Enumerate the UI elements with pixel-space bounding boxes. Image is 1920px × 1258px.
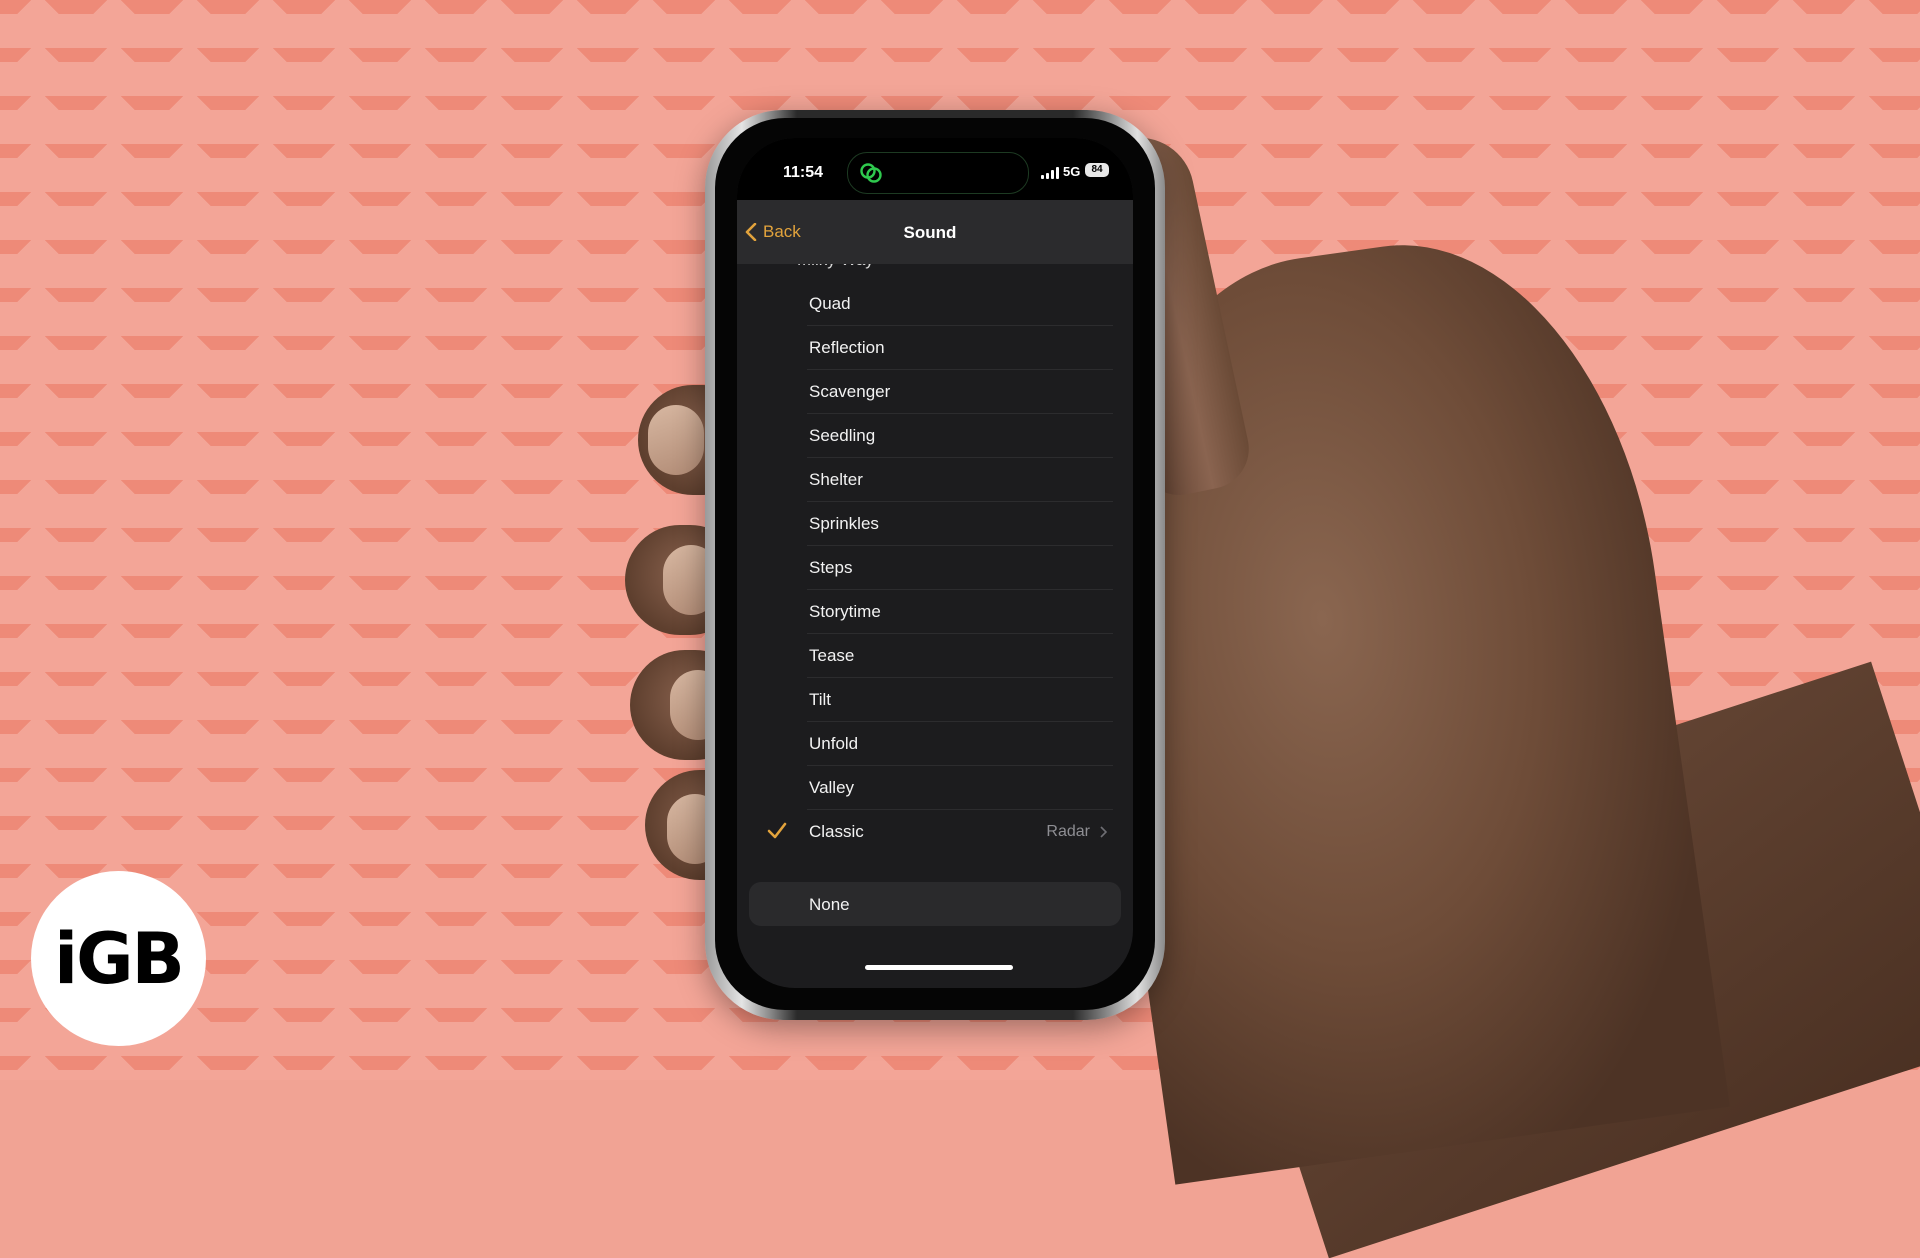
list-item[interactable]: Tease	[749, 634, 1121, 678]
list-item[interactable]: Sprinkles	[749, 502, 1121, 546]
list-item[interactable]: Valley	[749, 766, 1121, 810]
list-item[interactable]: Seedling	[749, 414, 1121, 458]
dynamic-island[interactable]	[847, 152, 1029, 194]
status-time: 11:54	[783, 164, 824, 181]
list-item-selected[interactable]: Classic Radar	[749, 810, 1121, 854]
cellular-signal-icon	[1041, 167, 1059, 179]
list-item[interactable]: Reflection	[749, 326, 1121, 370]
none-option[interactable]: None	[749, 882, 1121, 926]
list-item[interactable]: Scavenger	[749, 370, 1121, 414]
igb-logo: iGB	[31, 871, 206, 1046]
link-chain-icon	[860, 163, 882, 183]
list-item[interactable]: Unfold	[749, 722, 1121, 766]
selected-detail: Radar	[1046, 823, 1107, 841]
network-type: 5G	[1063, 164, 1081, 179]
phone-bezel: 11:54 5G 84 Milky Way Quad Reflection Sc…	[715, 118, 1155, 1010]
list-item[interactable]: Storytime	[749, 590, 1121, 634]
page-title: Sound	[903, 223, 957, 242]
status-bar: 11:54 5G 84	[737, 138, 1133, 200]
phone-screen: 11:54 5G 84 Milky Way Quad Reflection Sc…	[737, 138, 1133, 988]
navigation-bar: Back Sound	[737, 200, 1133, 264]
list-item[interactable]: Shelter	[749, 458, 1121, 502]
iphone: 11:54 5G 84 Milky Way Quad Reflection Sc…	[705, 110, 1165, 1020]
sound-list-group: Milky Way Quad Reflection Scavenger Seed…	[749, 254, 1121, 841]
chevron-right-icon	[1100, 826, 1107, 838]
list-item[interactable]: Quad	[749, 282, 1121, 326]
checkmark-icon	[767, 822, 787, 839]
list-item[interactable]: Steps	[749, 546, 1121, 590]
battery-icon: 84	[1085, 163, 1109, 177]
home-indicator[interactable]	[865, 965, 1013, 970]
list-item[interactable]: Tilt	[749, 678, 1121, 722]
